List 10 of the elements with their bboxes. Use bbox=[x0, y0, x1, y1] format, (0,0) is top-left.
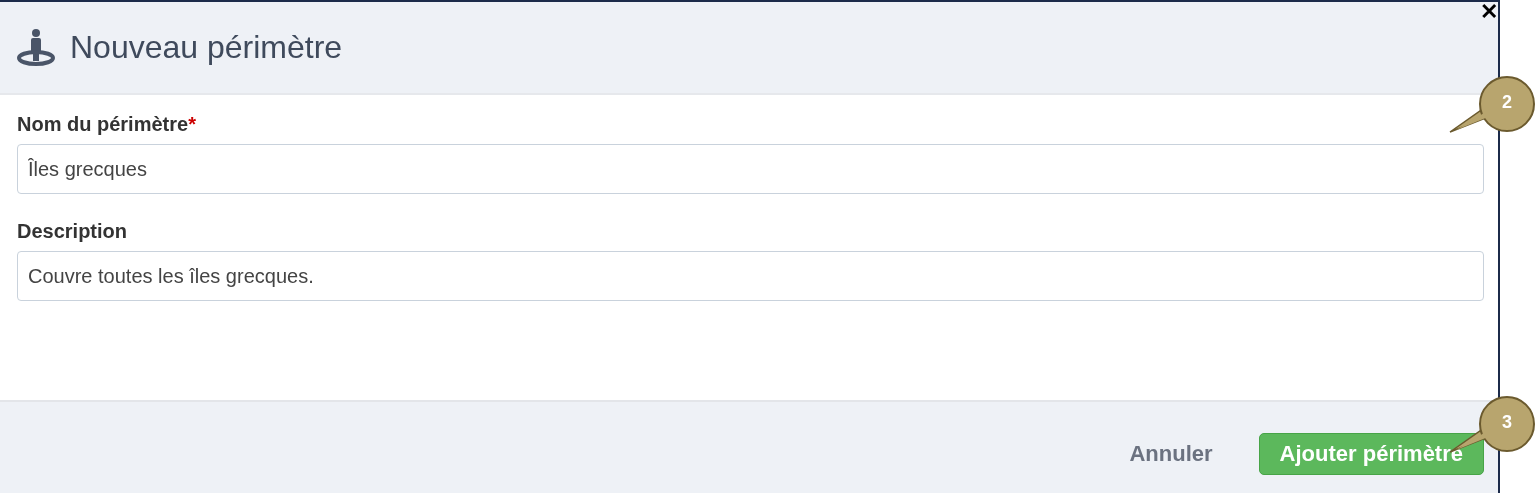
callout-number: 2 bbox=[1501, 91, 1513, 114]
text-field[interactable]: Couvre toutes les îles grecques. bbox=[17, 251, 1484, 301]
field-label: Nom du périmètre* bbox=[17, 113, 196, 136]
callout-number: 3 bbox=[1501, 411, 1513, 434]
text-field[interactable]: Îles grecques bbox=[17, 144, 1484, 194]
dialog-title: Nouveau périmètre bbox=[70, 29, 343, 66]
cancel-button[interactable]: Annuler bbox=[1119, 433, 1223, 475]
close-button[interactable]: ✕ bbox=[1480, 0, 1498, 24]
field-label: Description bbox=[17, 220, 128, 243]
person-location-icon bbox=[16, 27, 56, 68]
